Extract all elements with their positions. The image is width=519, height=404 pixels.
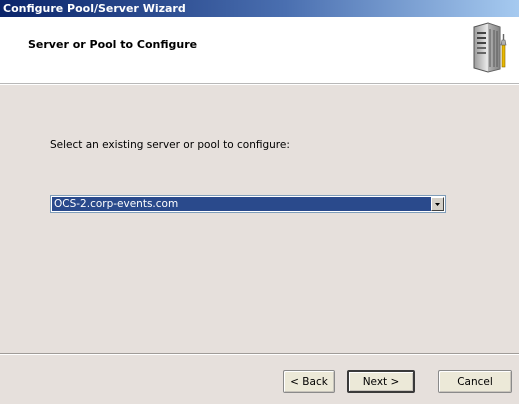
wizard-content: Select an existing server or pool to con… xyxy=(0,85,519,353)
server-select-label: Select an existing server or pool to con… xyxy=(50,139,290,151)
chevron-down-icon xyxy=(435,203,440,206)
title-bar[interactable]: Configure Pool/Server Wizard xyxy=(0,0,519,17)
next-button[interactable]: Next > xyxy=(347,370,415,393)
selected-server-value[interactable]: OCS-2.corp-events.com xyxy=(52,197,432,211)
cancel-button[interactable]: Cancel xyxy=(438,370,512,393)
dropdown-button[interactable] xyxy=(431,197,444,211)
back-button[interactable]: < Back xyxy=(283,370,335,393)
wizard-window: Configure Pool/Server Wizard Server or P… xyxy=(0,0,519,404)
page-title: Server or Pool to Configure xyxy=(28,38,198,51)
server-tools-icon xyxy=(473,22,507,73)
window-title: Configure Pool/Server Wizard xyxy=(3,2,186,15)
server-pool-select[interactable]: OCS-2.corp-events.com xyxy=(50,195,446,213)
wizard-header: Server or Pool to Configure xyxy=(0,17,519,84)
wizard-footer: < Back Next > Cancel xyxy=(0,355,519,404)
